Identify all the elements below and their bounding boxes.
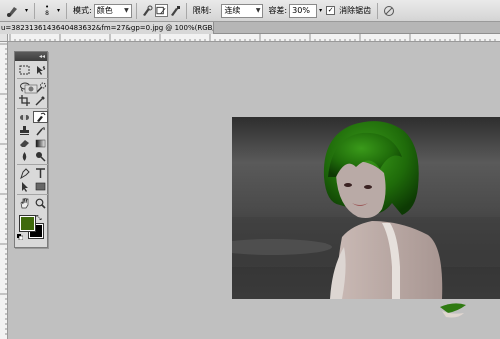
chevron-down-icon: ▼ xyxy=(124,7,129,14)
default-colors-icon[interactable] xyxy=(17,234,23,240)
ruler-ticks xyxy=(9,34,496,41)
eyedropper-icon[interactable] xyxy=(33,94,48,106)
dodge-icon[interactable] xyxy=(33,150,48,162)
preset-dropdown-arrow-icon[interactable]: ▾ xyxy=(25,7,28,14)
canvas-overflow-fragment xyxy=(400,299,500,319)
brush-dropdown-arrow-icon[interactable]: ▾ xyxy=(57,7,60,14)
document-tab-bar: u=3823136143640483632&fm=27&gp=0.jpg @ 1… xyxy=(0,22,500,34)
spot-healing-icon[interactable] xyxy=(17,111,32,123)
divider xyxy=(17,78,48,79)
chevron-down-icon: ▼ xyxy=(255,7,261,14)
sampling-buttons xyxy=(141,4,182,17)
vertical-ruler[interactable] xyxy=(0,42,8,339)
collapse-icon[interactable]: ◂◂ xyxy=(39,53,45,60)
pen-icon[interactable] xyxy=(17,167,32,179)
limit-label: 限制: xyxy=(192,6,212,15)
tolerance-value: 30% xyxy=(292,6,310,15)
move-icon[interactable] xyxy=(33,64,48,76)
history-brush-icon[interactable] xyxy=(33,124,48,136)
brush-picker[interactable]: • 8 xyxy=(39,4,55,17)
pressure-size-icon[interactable] xyxy=(382,4,395,17)
blur-icon[interactable] xyxy=(17,150,32,162)
color-replacement-icon[interactable] xyxy=(33,111,48,123)
mode-select[interactable]: 颜色 ▼ xyxy=(93,3,132,18)
clone-stamp-icon[interactable] xyxy=(17,124,32,136)
foreground-color-swatch[interactable] xyxy=(19,215,36,232)
divider xyxy=(66,2,68,19)
document-tab-title: u=3823136143640483632&fm=27&gp=0.jpg @ 1… xyxy=(1,24,214,32)
antialias-label: 消除锯齿 xyxy=(339,6,372,15)
photo-content xyxy=(232,117,500,299)
checkmark-icon: ✓ xyxy=(327,6,334,14)
tools-panel: ◂◂ ⤡ xyxy=(14,51,48,248)
tools-panel-header[interactable]: ◂◂ xyxy=(15,52,47,61)
mode-label: 模式: xyxy=(73,6,92,15)
mode-value: 颜色 xyxy=(96,6,113,15)
sampling-background-swatch-icon[interactable] xyxy=(169,4,182,17)
ruler-origin[interactable] xyxy=(0,34,8,42)
rectangular-marquee-icon[interactable] xyxy=(17,64,32,76)
document-canvas-photo[interactable] xyxy=(232,117,500,299)
quick-mask-icon[interactable] xyxy=(24,84,38,94)
sampling-continuous-icon[interactable] xyxy=(141,4,154,17)
ruler-ticks xyxy=(0,43,7,335)
zoom-icon[interactable] xyxy=(33,197,48,209)
options-bar: ▾ • 8 ▾ 模式: 颜色 ▼ 限制: 连续 ▼ 容差: 30% ▾ ✓ 消除锯齿 xyxy=(0,0,500,22)
limit-value: 连续 xyxy=(224,6,241,15)
tolerance-input[interactable]: 30% xyxy=(289,3,318,18)
tolerance-label: 容差: xyxy=(268,6,288,15)
divider xyxy=(185,2,187,19)
path-selection-icon[interactable] xyxy=(17,180,32,192)
hand-icon[interactable] xyxy=(17,197,32,209)
tolerance-slider-arrow-icon[interactable]: ▾ xyxy=(319,7,322,14)
horizontal-ruler[interactable] xyxy=(8,34,500,42)
gradient-icon[interactable] xyxy=(33,137,48,149)
sampling-once-icon[interactable] xyxy=(154,4,168,17)
color-swatches: ⤡ xyxy=(15,213,47,243)
divider xyxy=(377,2,379,19)
brush-size-label: 8 xyxy=(45,10,49,17)
document-tab[interactable]: u=3823136143640483632&fm=27&gp=0.jpg @ 1… xyxy=(0,22,214,34)
divider xyxy=(17,194,48,195)
antialias-checkbox[interactable]: ✓ xyxy=(326,6,336,15)
divider xyxy=(17,108,48,109)
swap-colors-icon[interactable]: ⤡ xyxy=(36,214,42,223)
limit-select[interactable]: 连续 ▼ xyxy=(221,3,264,18)
crop-icon[interactable] xyxy=(17,94,32,106)
color-replacement-tool-preset-icon[interactable] xyxy=(3,2,23,20)
type-icon[interactable] xyxy=(33,167,48,179)
divider xyxy=(17,164,48,165)
divider xyxy=(135,2,137,19)
divider xyxy=(34,2,36,19)
eraser-icon[interactable] xyxy=(17,137,32,149)
rectangle-shape-icon[interactable] xyxy=(33,180,48,192)
